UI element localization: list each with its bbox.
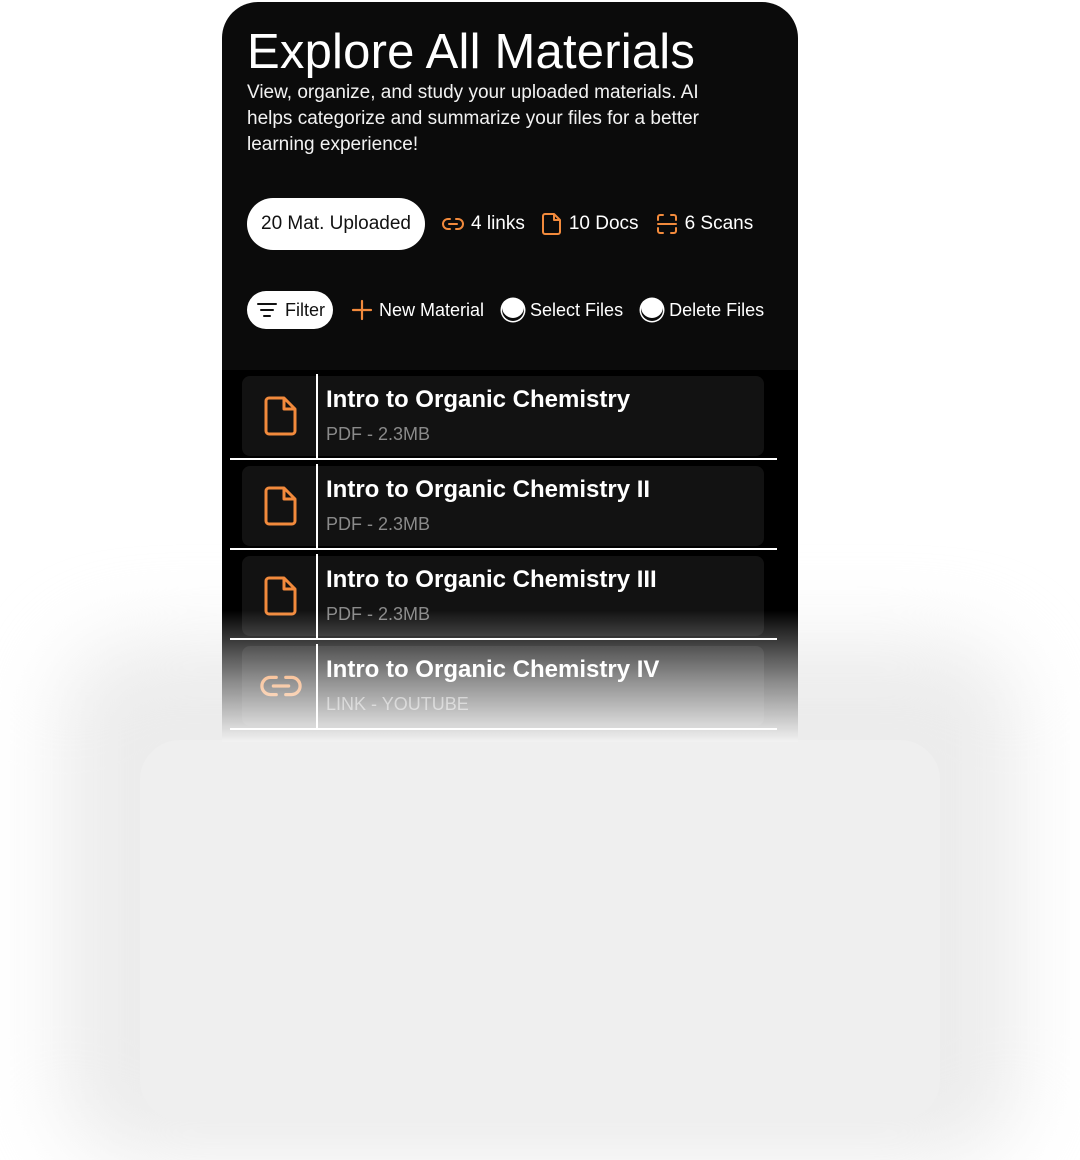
stats-row: 20 Mat. Uploaded 4 links 10 Docs 6 Scans	[247, 198, 753, 250]
plus-icon	[351, 299, 373, 321]
docs-stat[interactable]: 10 Docs	[541, 212, 639, 236]
document-icon	[541, 213, 561, 235]
document-icon	[260, 392, 302, 440]
card-shadow-base	[140, 740, 940, 1120]
checkbox-circle-icon	[641, 299, 664, 321]
row-separator	[230, 458, 777, 460]
material-meta: PDF - 2.3MB	[326, 604, 431, 624]
list-item[interactable]: Intro to Organic Chemistry PDF - 2.3MB	[242, 374, 764, 458]
page-subtitle: View, organize, and study your uploaded …	[247, 82, 699, 155]
scans-stat[interactable]: 6 Scans	[655, 212, 754, 236]
links-stat[interactable]: 4 links	[441, 212, 525, 236]
checkbox-circle-icon	[502, 299, 525, 321]
material-title: Intro to Organic Chemistry	[326, 386, 631, 413]
material-meta: LINK - YOUTUBE	[326, 694, 469, 714]
item-divider	[316, 464, 318, 548]
material-title: Intro to Organic Chemistry III	[326, 566, 657, 593]
new-material-button[interactable]: New Material	[351, 299, 484, 321]
delete-files-label: Delete Files	[669, 299, 765, 320]
materials-panel: Explore All Materials View, organize, an…	[222, 2, 798, 742]
link-icon	[442, 218, 464, 230]
item-divider	[316, 554, 318, 638]
materials-list: Intro to Organic Chemistry PDF - 2.3MB I…	[222, 370, 798, 742]
material-meta: PDF - 2.3MB	[326, 424, 431, 444]
item-divider	[316, 644, 318, 728]
new-material-label: New Material	[379, 299, 485, 320]
docs-stat-label: 10 Docs	[568, 213, 639, 234]
material-title: Intro to Organic Chemistry IV	[326, 656, 660, 683]
item-divider	[316, 374, 318, 458]
filter-icon	[257, 303, 277, 317]
links-stat-label: 4 links	[471, 213, 525, 234]
material-meta: PDF - 2.3MB	[326, 514, 431, 534]
document-icon	[260, 482, 302, 530]
page-title: Explore All Materials	[247, 25, 696, 79]
material-title: Intro to Organic Chemistry II	[326, 476, 651, 503]
document-icon	[260, 572, 302, 620]
delete-files-button[interactable]: Delete Files	[641, 299, 764, 321]
row-separator	[230, 728, 777, 730]
filter-button-label: Filter	[285, 299, 325, 320]
select-files-button[interactable]: Select Files	[502, 299, 623, 321]
list-item[interactable]: Intro to Organic Chemistry IV LINK - YOU…	[242, 644, 764, 728]
list-item[interactable]: Intro to Organic Chemistry III PDF - 2.3…	[242, 554, 764, 638]
row-separator	[230, 548, 777, 550]
list-item[interactable]: Intro to Organic Chemistry II PDF - 2.3M…	[242, 464, 764, 548]
filter-button[interactable]: Filter	[247, 291, 333, 329]
link-icon	[260, 662, 302, 710]
select-files-label: Select Files	[530, 299, 624, 320]
actions-toolbar: Filter New Material Select Files Delete …	[247, 291, 764, 329]
scan-icon	[656, 214, 677, 234]
scans-stat-label: 6 Scans	[684, 213, 754, 234]
uploaded-count-badge[interactable]: 20 Mat. Uploaded	[247, 198, 425, 250]
row-separator	[230, 638, 777, 640]
